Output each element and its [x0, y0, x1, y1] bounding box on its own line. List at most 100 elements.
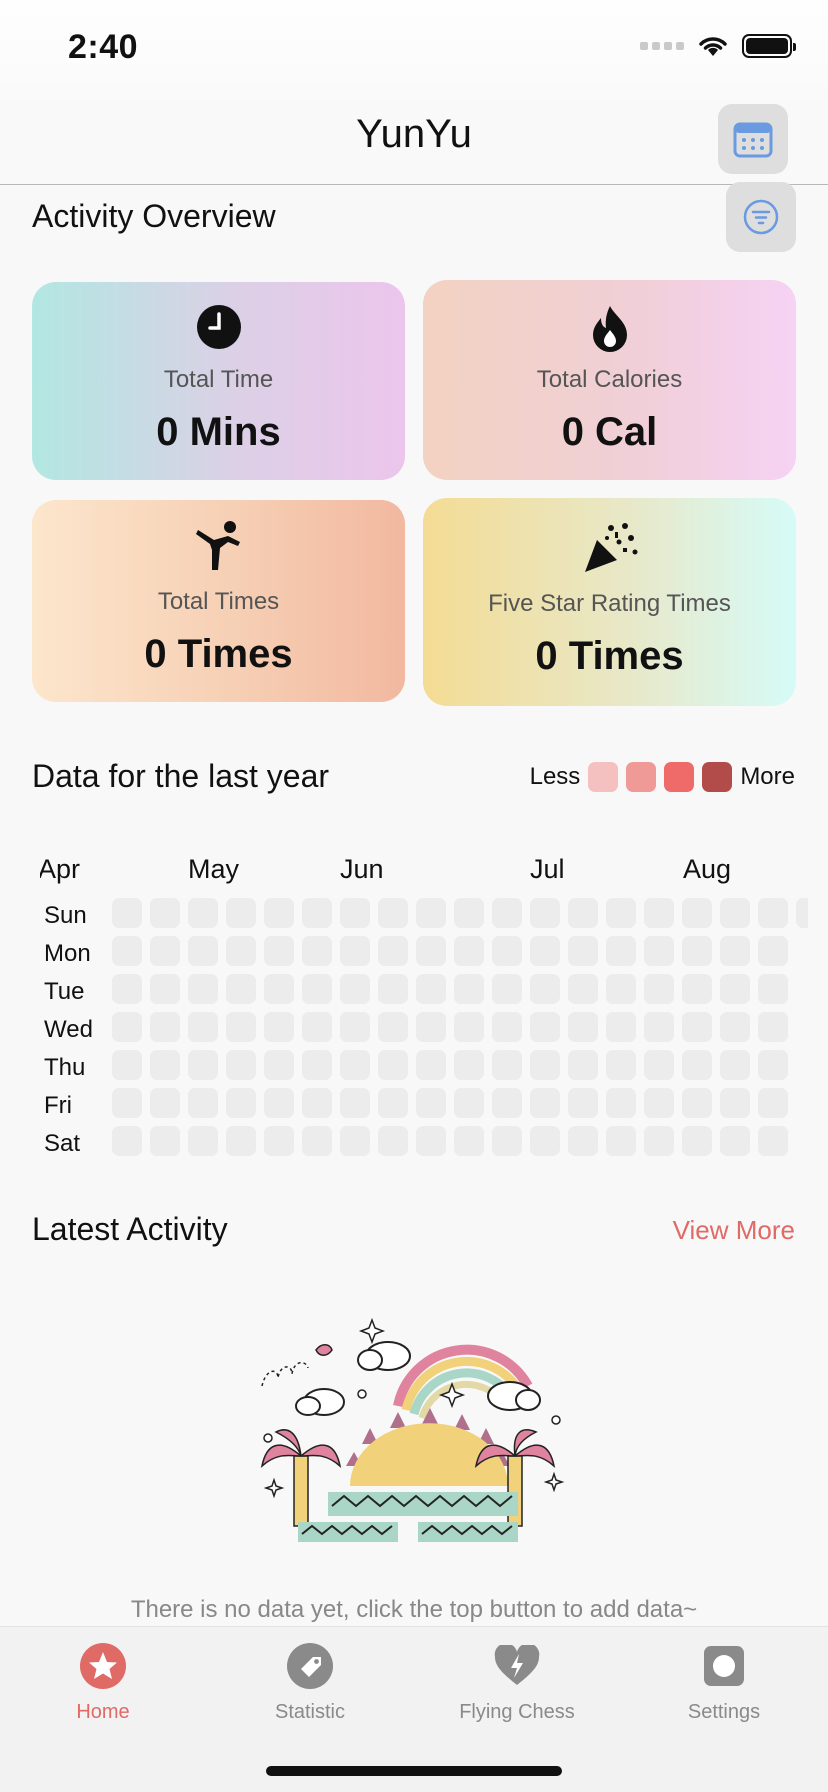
heatmap-cell[interactable]	[416, 974, 446, 1004]
heatmap-cell[interactable]	[264, 974, 294, 1004]
heatmap-cell[interactable]	[758, 1012, 788, 1042]
heatmap-cell[interactable]	[530, 1126, 560, 1156]
heatmap-cell[interactable]	[150, 936, 180, 966]
heatmap-cell[interactable]	[264, 1126, 294, 1156]
heatmap-cell[interactable]	[416, 1012, 446, 1042]
heatmap-cell[interactable]	[264, 898, 294, 928]
heatmap-cell[interactable]	[492, 898, 522, 928]
view-more-link[interactable]: View More	[673, 1215, 795, 1246]
heatmap-cell[interactable]	[644, 898, 674, 928]
heatmap-cell[interactable]	[150, 1012, 180, 1042]
heatmap-cell[interactable]	[758, 936, 788, 966]
heatmap-cell[interactable]	[302, 974, 332, 1004]
heatmap-cell[interactable]	[682, 936, 712, 966]
heatmap-cell[interactable]	[112, 1012, 142, 1042]
heatmap-cell[interactable]	[568, 1088, 598, 1118]
heatmap-cell[interactable]	[378, 974, 408, 1004]
heatmap-cell[interactable]	[568, 936, 598, 966]
heatmap-cell[interactable]	[378, 1126, 408, 1156]
heatmap-cell[interactable]	[188, 1050, 218, 1080]
heatmap-cell[interactable]	[226, 1126, 256, 1156]
activity-heatmap[interactable]: Apr May Jun Jul Aug Sun Mon Tue Wed Thu …	[40, 850, 808, 1170]
heatmap-cell[interactable]	[302, 1088, 332, 1118]
heatmap-cell[interactable]	[454, 936, 484, 966]
heatmap-cell[interactable]	[568, 974, 598, 1004]
heatmap-cell[interactable]	[454, 974, 484, 1004]
heatmap-cell[interactable]	[720, 974, 750, 1004]
heatmap-cell[interactable]	[150, 1050, 180, 1080]
heatmap-cell[interactable]	[758, 898, 788, 928]
heatmap-cell[interactable]	[758, 1126, 788, 1156]
heatmap-cell[interactable]	[530, 974, 560, 1004]
heatmap-cell[interactable]	[454, 1050, 484, 1080]
heatmap-cell[interactable]	[112, 1126, 142, 1156]
heatmap-cell[interactable]	[340, 936, 370, 966]
heatmap-cell[interactable]	[188, 1126, 218, 1156]
heatmap-cell[interactable]	[720, 1012, 750, 1042]
heatmap-cell[interactable]	[226, 936, 256, 966]
heatmap-cell[interactable]	[606, 1050, 636, 1080]
heatmap-cell[interactable]	[188, 1088, 218, 1118]
heatmap-cell[interactable]	[302, 1012, 332, 1042]
heatmap-cell[interactable]	[226, 898, 256, 928]
heatmap-cell[interactable]	[340, 974, 370, 1004]
heatmap-cell[interactable]	[530, 1012, 560, 1042]
heatmap-cell[interactable]	[606, 974, 636, 1004]
heatmap-cell[interactable]	[758, 1050, 788, 1080]
heatmap-cell[interactable]	[568, 898, 598, 928]
heatmap-cell[interactable]	[226, 974, 256, 1004]
heatmap-cell[interactable]	[796, 898, 808, 928]
heatmap-cell[interactable]	[264, 1012, 294, 1042]
heatmap-cell[interactable]	[606, 898, 636, 928]
heatmap-cell[interactable]	[606, 1012, 636, 1042]
calendar-button[interactable]	[718, 104, 788, 174]
heatmap-cell[interactable]	[644, 936, 674, 966]
heatmap-cell[interactable]	[340, 1126, 370, 1156]
heatmap-cell[interactable]	[720, 1050, 750, 1080]
heatmap-cell[interactable]	[340, 1088, 370, 1118]
filter-button[interactable]	[726, 182, 796, 252]
heatmap-cell[interactable]	[226, 1088, 256, 1118]
heatmap-cell[interactable]	[378, 1050, 408, 1080]
heatmap-cell[interactable]	[264, 1088, 294, 1118]
heatmap-cell[interactable]	[492, 1088, 522, 1118]
tab-home[interactable]: Home	[28, 1643, 178, 1724]
heatmap-cell[interactable]	[112, 974, 142, 1004]
heatmap-cell[interactable]	[416, 898, 446, 928]
heatmap-cell[interactable]	[454, 898, 484, 928]
heatmap-cell[interactable]	[568, 1050, 598, 1080]
heatmap-cell[interactable]	[492, 936, 522, 966]
heatmap-cell[interactable]	[416, 936, 446, 966]
heatmap-cell[interactable]	[226, 1012, 256, 1042]
heatmap-cell[interactable]	[112, 898, 142, 928]
heatmap-cell[interactable]	[530, 936, 560, 966]
heatmap-cell[interactable]	[682, 898, 712, 928]
heatmap-cell[interactable]	[340, 898, 370, 928]
heatmap-cell[interactable]	[606, 1126, 636, 1156]
heatmap-cell[interactable]	[720, 1088, 750, 1118]
heatmap-cell[interactable]	[606, 936, 636, 966]
tab-flying-chess[interactable]: Flying Chess	[442, 1643, 592, 1724]
heatmap-cell[interactable]	[112, 1050, 142, 1080]
heatmap-cell[interactable]	[530, 1088, 560, 1118]
heatmap-cell[interactable]	[758, 1088, 788, 1118]
heatmap-cell[interactable]	[720, 898, 750, 928]
heatmap-cell[interactable]	[188, 936, 218, 966]
heatmap-cell[interactable]	[264, 936, 294, 966]
heatmap-cell[interactable]	[492, 1126, 522, 1156]
heatmap-cell[interactable]	[492, 1050, 522, 1080]
heatmap-cell[interactable]	[302, 1050, 332, 1080]
heatmap-cell[interactable]	[682, 1088, 712, 1118]
heatmap-cell[interactable]	[416, 1050, 446, 1080]
heatmap-cell[interactable]	[264, 1050, 294, 1080]
heatmap-cell[interactable]	[644, 1050, 674, 1080]
heatmap-cell[interactable]	[188, 898, 218, 928]
tab-statistic[interactable]: Statistic	[235, 1643, 385, 1724]
heatmap-cell[interactable]	[378, 898, 408, 928]
heatmap-cell[interactable]	[188, 1012, 218, 1042]
heatmap-cell[interactable]	[492, 974, 522, 1004]
heatmap-cell[interactable]	[682, 1050, 712, 1080]
heatmap-cell[interactable]	[606, 1088, 636, 1118]
tab-settings[interactable]: Settings	[649, 1643, 799, 1724]
heatmap-cell[interactable]	[682, 1126, 712, 1156]
